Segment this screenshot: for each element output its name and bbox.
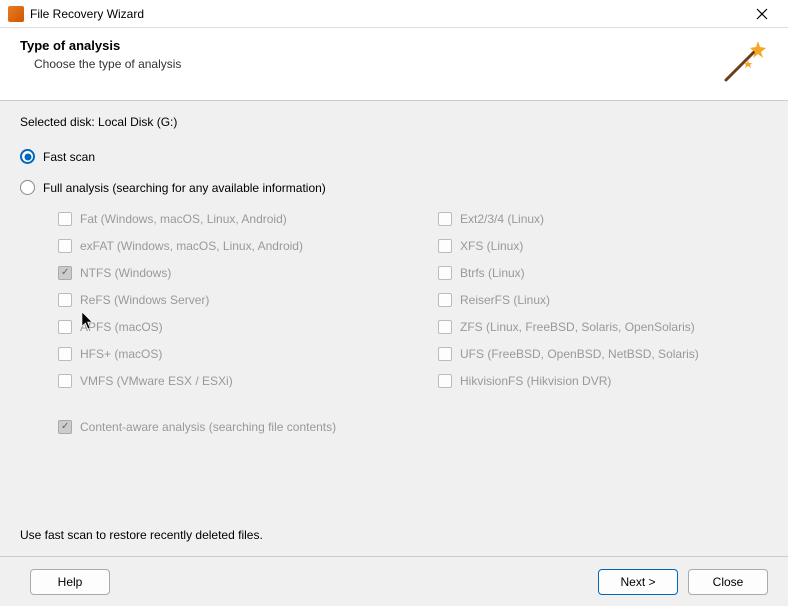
checkbox-icon	[438, 293, 452, 307]
filesystem-column-right: Ext2/3/4 (Linux) XFS (Linux) Btrfs (Linu…	[438, 205, 768, 394]
radio-full-analysis[interactable]: Full analysis (searching for any availab…	[20, 180, 768, 195]
app-icon	[8, 6, 24, 22]
fs-checkbox-hfsplus[interactable]: HFS+ (macOS)	[58, 340, 438, 367]
wizard-footer: Help Next > Close	[0, 556, 788, 606]
checkbox-icon	[58, 347, 72, 361]
checkbox-icon	[58, 239, 72, 253]
checkbox-icon	[58, 320, 72, 334]
fs-label: ReFS (Windows Server)	[80, 293, 209, 307]
checkbox-icon	[438, 374, 452, 388]
content-aware-label: Content-aware analysis (searching file c…	[80, 420, 336, 434]
selected-disk-label: Selected disk: Local Disk (G:)	[20, 115, 768, 129]
title-bar: File Recovery Wizard	[0, 0, 788, 28]
fs-label: exFAT (Windows, macOS, Linux, Android)	[80, 239, 303, 253]
fs-label: HFS+ (macOS)	[80, 347, 162, 361]
fs-label: APFS (macOS)	[80, 320, 163, 334]
hint-text: Use fast scan to restore recently delete…	[20, 528, 263, 542]
fs-checkbox-ext[interactable]: Ext2/3/4 (Linux)	[438, 205, 768, 232]
page-heading: Type of analysis	[20, 38, 718, 53]
fs-checkbox-ntfs[interactable]: NTFS (Windows)	[58, 259, 438, 286]
fs-checkbox-vmfs[interactable]: VMFS (VMware ESX / ESXi)	[58, 367, 438, 394]
fs-label: Ext2/3/4 (Linux)	[460, 212, 544, 226]
fs-checkbox-refs[interactable]: ReFS (Windows Server)	[58, 286, 438, 313]
wizard-body: Selected disk: Local Disk (G:) Fast scan…	[0, 101, 788, 556]
fs-checkbox-xfs[interactable]: XFS (Linux)	[438, 232, 768, 259]
radio-dot-icon	[20, 149, 35, 164]
fs-checkbox-hikvisionfs[interactable]: HikvisionFS (Hikvision DVR)	[438, 367, 768, 394]
radio-fast-scan[interactable]: Fast scan	[20, 149, 768, 164]
fs-label: ReiserFS (Linux)	[460, 293, 550, 307]
header-text: Type of analysis Choose the type of anal…	[20, 38, 718, 88]
fs-label: UFS (FreeBSD, OpenBSD, NetBSD, Solaris)	[460, 347, 699, 361]
wizard-wand-icon	[718, 38, 768, 88]
fs-label: Fat (Windows, macOS, Linux, Android)	[80, 212, 287, 226]
content-aware-checkbox[interactable]: Content-aware analysis (searching file c…	[58, 420, 768, 434]
checkbox-icon	[438, 239, 452, 253]
filesystem-column-left: Fat (Windows, macOS, Linux, Android) exF…	[58, 205, 438, 394]
page-subheading: Choose the type of analysis	[34, 57, 718, 71]
radio-full-analysis-label: Full analysis (searching for any availab…	[43, 181, 326, 195]
fs-checkbox-ufs[interactable]: UFS (FreeBSD, OpenBSD, NetBSD, Solaris)	[438, 340, 768, 367]
fs-label: XFS (Linux)	[460, 239, 523, 253]
checkbox-icon	[438, 320, 452, 334]
fs-checkbox-apfs[interactable]: APFS (macOS)	[58, 313, 438, 340]
fs-checkbox-reiserfs[interactable]: ReiserFS (Linux)	[438, 286, 768, 313]
checkbox-icon	[438, 266, 452, 280]
fs-checkbox-fat[interactable]: Fat (Windows, macOS, Linux, Android)	[58, 205, 438, 232]
fs-checkbox-btrfs[interactable]: Btrfs (Linux)	[438, 259, 768, 286]
fs-checkbox-zfs[interactable]: ZFS (Linux, FreeBSD, Solaris, OpenSolari…	[438, 313, 768, 340]
checkbox-icon	[438, 212, 452, 226]
window-title: File Recovery Wizard	[30, 7, 740, 21]
checkbox-icon	[58, 266, 72, 280]
fs-label: VMFS (VMware ESX / ESXi)	[80, 374, 233, 388]
close-button[interactable]	[740, 0, 784, 28]
radio-fast-scan-label: Fast scan	[43, 150, 95, 164]
fs-checkbox-exfat[interactable]: exFAT (Windows, macOS, Linux, Android)	[58, 232, 438, 259]
wizard-header: Type of analysis Choose the type of anal…	[0, 28, 788, 101]
checkbox-icon	[58, 293, 72, 307]
fs-label: HikvisionFS (Hikvision DVR)	[460, 374, 611, 388]
checkbox-icon	[58, 374, 72, 388]
radio-dot-icon	[20, 180, 35, 195]
fs-label: NTFS (Windows)	[80, 266, 171, 280]
checkbox-icon	[58, 420, 72, 434]
checkbox-icon	[438, 347, 452, 361]
close-icon	[756, 8, 768, 20]
checkbox-icon	[58, 212, 72, 226]
fs-label: Btrfs (Linux)	[460, 266, 525, 280]
fs-label: ZFS (Linux, FreeBSD, Solaris, OpenSolari…	[460, 320, 695, 334]
filesystem-options: Fat (Windows, macOS, Linux, Android) exF…	[58, 205, 768, 394]
